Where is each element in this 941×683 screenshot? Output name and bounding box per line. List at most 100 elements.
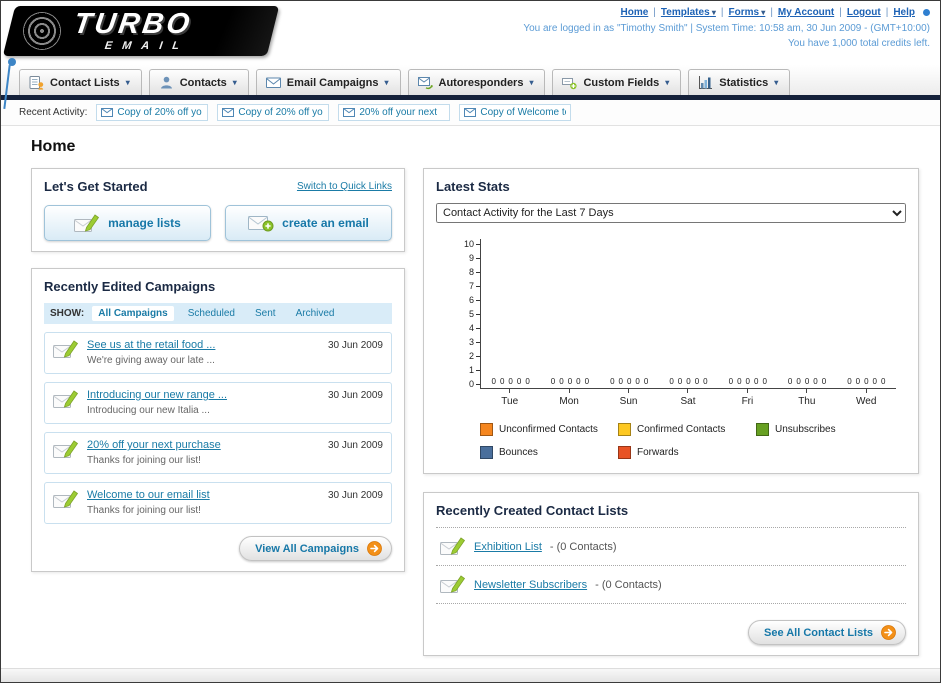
top-link-help[interactable]: Help bbox=[893, 7, 915, 18]
chart-bar-group: 00000 bbox=[540, 239, 599, 388]
view-all-campaigns-button[interactable]: View All Campaigns bbox=[239, 536, 392, 561]
top-link-my-account[interactable]: My Account bbox=[778, 7, 834, 18]
top-link-templates[interactable]: Templates ▾ bbox=[661, 7, 716, 18]
tab-contact-lists[interactable]: Contact Lists ▾ bbox=[19, 69, 142, 95]
campaign-title-link[interactable]: See us at the retail food ... bbox=[87, 339, 320, 351]
y-axis-tick: 3 bbox=[469, 337, 480, 347]
y-axis-tick: 9 bbox=[469, 253, 480, 263]
link-separator: | bbox=[839, 7, 842, 18]
chevron-down-icon: ▾ bbox=[529, 78, 534, 87]
bar-value: 0 bbox=[584, 377, 590, 386]
tab-label: Custom Fields bbox=[583, 76, 660, 89]
bar-value: 0 bbox=[508, 377, 513, 386]
bar-value: 0 bbox=[491, 377, 496, 386]
tab-email-campaigns[interactable]: Email Campaigns ▾ bbox=[255, 69, 401, 95]
chevron-down-icon: ▾ bbox=[384, 78, 389, 87]
turbo-swirl-icon bbox=[23, 12, 61, 50]
bar-value: 0 bbox=[669, 377, 674, 386]
recent-activity-item[interactable]: Copy of 20% off yo bbox=[217, 104, 330, 121]
campaign-title-link[interactable]: Welcome to our email list bbox=[87, 489, 320, 501]
x-axis-tick-mark bbox=[628, 389, 630, 393]
tab-custom-fields[interactable]: Custom Fields ▾ bbox=[552, 69, 682, 95]
top-link-logout[interactable]: Logout bbox=[847, 7, 881, 18]
y-axis-tick: 8 bbox=[469, 267, 480, 277]
logo[interactable]: TURBO EMAIL bbox=[2, 6, 280, 56]
campaign-row[interactable]: Welcome to our email list Thanks for join… bbox=[44, 482, 392, 524]
y-axis-tick: 5 bbox=[469, 309, 480, 319]
top-links: Home | Templates ▾ | Forms ▾ | My Account | Logo… bbox=[523, 5, 930, 21]
chevron-down-icon: ▾ bbox=[709, 8, 716, 17]
bar-value: 0 bbox=[499, 377, 505, 386]
see-all-contact-lists-button[interactable]: See All Contact Lists bbox=[747, 620, 906, 645]
y-axis-label: 3 bbox=[468, 337, 474, 347]
chevron-down-icon: ▾ bbox=[774, 78, 779, 87]
contact-list-name-link[interactable]: Exhibition List bbox=[474, 541, 542, 553]
legend-label: Forwards bbox=[637, 447, 679, 458]
switch-quick-links-link[interactable]: Switch to Quick Links bbox=[297, 181, 392, 192]
credits-info: You have 1,000 total credits left. bbox=[788, 38, 930, 49]
filter-scheduled[interactable]: Scheduled bbox=[182, 306, 241, 321]
recent-activity-item[interactable]: Copy of Welcome to bbox=[459, 104, 572, 121]
recent-activity-item[interactable]: 20% off your next bbox=[338, 104, 451, 121]
contact-list-name-link[interactable]: Newsletter Subscribers bbox=[474, 579, 587, 591]
tab-contacts[interactable]: Contacts ▾ bbox=[148, 69, 249, 95]
y-axis-label: 9 bbox=[468, 253, 474, 263]
campaign-date: 30 Jun 2009 bbox=[327, 340, 383, 351]
chart-bar-group: 00000 bbox=[718, 239, 777, 388]
contact-list-item[interactable]: Newsletter Subscribers - (0 Contacts) bbox=[436, 566, 906, 604]
legend-swatch bbox=[480, 446, 493, 459]
envelope-pencil-icon bbox=[53, 339, 79, 360]
filter-archived[interactable]: Archived bbox=[290, 306, 341, 321]
campaign-row[interactable]: Introducing our new range ... Introducing… bbox=[44, 382, 392, 424]
filter-sent[interactable]: Sent bbox=[249, 306, 282, 321]
logo-title: TURBO bbox=[71, 8, 195, 40]
page: TURBO EMAIL Home | Templates ▾ | Forms ▾ | My … bbox=[0, 0, 941, 683]
campaign-filters: All Campaigns Scheduled Sent Archived bbox=[92, 306, 340, 321]
statistics-icon bbox=[698, 75, 713, 90]
contact-list-item[interactable]: Exhibition List - (0 Contacts) bbox=[436, 528, 906, 566]
stats-range-select[interactable]: Contact Activity for the Last 7 Days bbox=[436, 203, 906, 223]
pencil-envelope-icon bbox=[74, 213, 100, 234]
get-started-buttons: manage lists create an email bbox=[44, 205, 392, 241]
bar-value: 0 bbox=[855, 377, 861, 386]
legend-item-forwards: Forwards bbox=[618, 446, 756, 459]
recent-activity-item-label: Copy of Welcome to bbox=[480, 107, 567, 118]
campaign-filter-bar: SHOW: All Campaigns Scheduled Sent Archived bbox=[44, 303, 392, 324]
tab-autoresponders[interactable]: Autoresponders ▾ bbox=[407, 69, 546, 95]
autoresponders-icon bbox=[417, 75, 433, 90]
y-axis-label: 5 bbox=[468, 309, 474, 319]
bar-value: 0 bbox=[728, 377, 734, 386]
left-column: Let's Get Started Switch to Quick Links … bbox=[31, 168, 405, 572]
filter-all-campaigns[interactable]: All Campaigns bbox=[92, 306, 174, 321]
campaign-title-link[interactable]: 20% off your next purchase bbox=[87, 439, 320, 451]
chevron-down-icon: ▾ bbox=[232, 78, 237, 87]
x-axis-tick-mark bbox=[806, 389, 808, 393]
legend-label: Unsubscribes bbox=[775, 424, 836, 435]
legend-item-confirmed-contacts: Confirmed Contacts bbox=[618, 423, 756, 436]
email-campaigns-icon bbox=[265, 75, 281, 90]
latest-stats-title: Latest Stats bbox=[436, 179, 510, 194]
campaign-title-link[interactable]: Introducing our new range ... bbox=[87, 389, 320, 401]
y-axis-label: 0 bbox=[468, 379, 474, 389]
contact-list-detail: - (0 Contacts) bbox=[595, 578, 662, 591]
x-axis-label: Tue bbox=[501, 396, 519, 407]
create-email-button[interactable]: create an email bbox=[225, 205, 392, 241]
recent-activity-item[interactable]: Copy of 20% off yo bbox=[96, 104, 209, 121]
top-link-home[interactable]: Home bbox=[621, 7, 649, 18]
tab-label: Contacts bbox=[179, 76, 227, 89]
bar-value: 0 bbox=[626, 377, 632, 386]
y-axis-label: 6 bbox=[468, 295, 474, 305]
envelope-icon bbox=[343, 108, 356, 117]
bar-value: 0 bbox=[516, 377, 522, 386]
x-axis-tick-mark bbox=[687, 389, 689, 393]
manage-lists-button[interactable]: manage lists bbox=[44, 205, 211, 241]
campaign-row[interactable]: See us at the retail food ... We're givin… bbox=[44, 332, 392, 374]
link-separator: | bbox=[720, 7, 724, 18]
main-content: Home Let's Get Started Switch to Quick L… bbox=[1, 126, 940, 656]
legend-item-unconfirmed-contacts: Unconfirmed Contacts bbox=[480, 423, 618, 436]
tab-statistics[interactable]: Statistics ▾ bbox=[688, 69, 791, 95]
top-link-forms[interactable]: Forms ▾ bbox=[729, 7, 766, 18]
campaign-row[interactable]: 20% off your next purchase Thanks for joi… bbox=[44, 432, 392, 474]
legend-label: Bounces bbox=[499, 447, 538, 458]
y-axis-tick: 1 bbox=[469, 365, 480, 375]
